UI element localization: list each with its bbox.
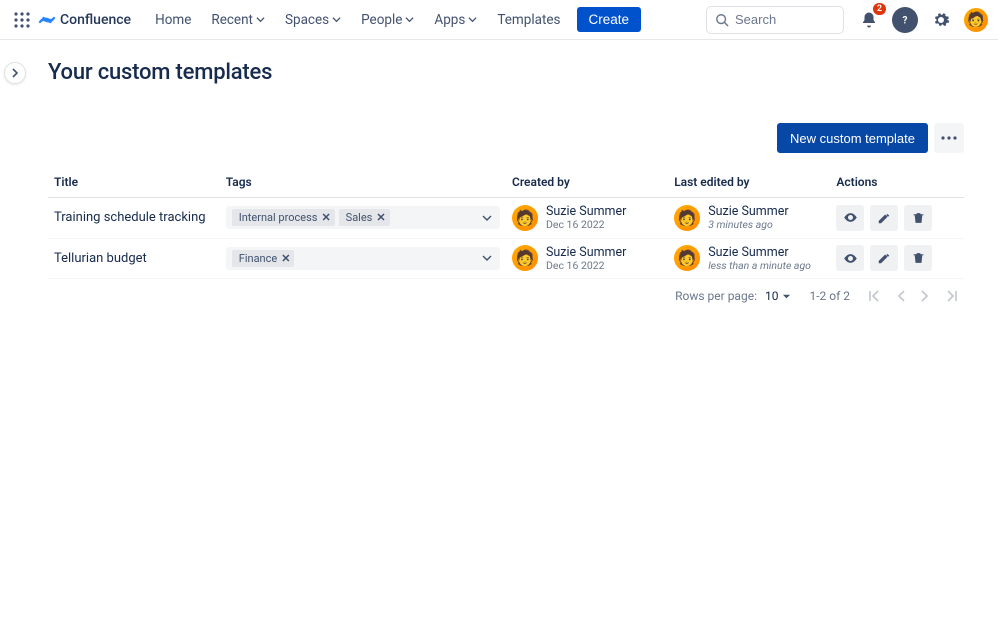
delete-button[interactable] [904, 245, 932, 271]
created-by-cell: 🧑 Suzie Summer Dec 16 2022 [512, 245, 662, 273]
search-input[interactable] [735, 12, 835, 27]
prev-page-button[interactable] [896, 290, 906, 302]
chevron-down-icon[interactable] [480, 211, 494, 225]
expand-sidebar-button[interactable] [4, 62, 26, 84]
edit-button[interactable] [870, 245, 898, 271]
pagination-range: 1-2 of 2 [809, 289, 850, 303]
user-avatar[interactable]: 🧑 [512, 245, 538, 271]
settings-button[interactable] [928, 7, 954, 33]
svg-text:?: ? [903, 15, 908, 26]
remove-tag-icon[interactable]: ✕ [376, 211, 385, 224]
created-date: Dec 16 2022 [546, 260, 626, 273]
top-nav: Confluence Home Recent Spaces People App… [0, 0, 998, 40]
profile-avatar[interactable]: 🧑 [964, 8, 988, 32]
chevron-down-icon [332, 15, 341, 24]
nav-templates[interactable]: Templates [489, 8, 568, 32]
notification-count: 2 [873, 3, 886, 15]
new-custom-template-button[interactable]: New custom template [777, 123, 928, 153]
column-header-title[interactable]: Title [48, 167, 220, 198]
page-title: Your custom templates [48, 60, 964, 85]
trash-icon [912, 211, 925, 225]
help-icon: ? [898, 13, 912, 27]
tags-select[interactable]: Finance✕ [226, 247, 500, 270]
user-avatar[interactable]: 🧑 [512, 205, 538, 231]
edited-by-cell: 🧑 Suzie Summer 3 minutes ago [674, 204, 824, 232]
tag-chip: Finance✕ [232, 250, 295, 267]
template-title[interactable]: Tellurian budget [48, 238, 220, 279]
pencil-icon [877, 251, 891, 265]
user-avatar[interactable]: 🧑 [674, 205, 700, 231]
search-icon [715, 13, 729, 27]
brand-name: Confluence [60, 12, 131, 28]
first-page-button[interactable] [868, 290, 882, 302]
tags-select[interactable]: Internal process✕ Sales✕ [226, 206, 500, 229]
app-switcher-icon[interactable] [10, 8, 34, 32]
toolbar: New custom template [48, 123, 964, 153]
nav-recent[interactable]: Recent [203, 8, 273, 32]
edited-by-cell: 🧑 Suzie Summer less than a minute ago [674, 245, 824, 273]
rows-per-page-select[interactable]: 10 [765, 289, 792, 303]
help-button[interactable]: ? [892, 7, 918, 33]
column-header-created-by[interactable]: Created by [506, 167, 668, 198]
delete-button[interactable] [904, 205, 932, 231]
chevron-down-icon [256, 15, 265, 24]
next-page-button[interactable] [920, 290, 930, 302]
user-name: Suzie Summer [708, 204, 788, 219]
more-actions-button[interactable] [934, 123, 964, 153]
pagination: Rows per page: 10 1-2 of 2 [48, 279, 964, 313]
edited-time: 3 minutes ago [708, 219, 788, 232]
main-content: Your custom templates New custom templat… [0, 40, 998, 333]
caret-down-icon [782, 292, 791, 301]
user-name: Suzie Summer [546, 204, 626, 219]
chevron-down-icon [405, 15, 414, 24]
user-name: Suzie Summer [708, 245, 811, 260]
user-avatar[interactable]: 🧑 [674, 245, 700, 271]
nav-apps[interactable]: Apps [426, 8, 485, 32]
template-title[interactable]: Training schedule tracking [48, 198, 220, 239]
rows-per-page-label: Rows per page: [675, 289, 757, 303]
create-button[interactable]: Create [577, 7, 642, 32]
gear-icon [932, 11, 950, 29]
preview-button[interactable] [836, 205, 864, 231]
nav-people[interactable]: People [353, 8, 422, 32]
confluence-logo[interactable]: Confluence [38, 11, 131, 29]
preview-button[interactable] [836, 245, 864, 271]
remove-tag-icon[interactable]: ✕ [321, 211, 330, 224]
column-header-last-edited-by[interactable]: Last edited by [668, 167, 830, 198]
last-page-button[interactable] [944, 290, 958, 302]
nav-home[interactable]: Home [147, 8, 199, 32]
user-name: Suzie Summer [546, 245, 626, 260]
edit-button[interactable] [870, 205, 898, 231]
eye-icon [843, 210, 858, 225]
edited-time: less than a minute ago [708, 260, 811, 273]
chevron-right-icon [10, 68, 20, 78]
column-header-actions: Actions [830, 167, 964, 198]
eye-icon [843, 251, 858, 266]
nav-spaces[interactable]: Spaces [277, 8, 349, 32]
tag-chip: Internal process✕ [232, 209, 335, 226]
search-box[interactable] [706, 6, 844, 34]
created-date: Dec 16 2022 [546, 219, 626, 232]
chevron-down-icon[interactable] [480, 251, 494, 265]
tag-chip: Sales✕ [339, 209, 390, 226]
created-by-cell: 🧑 Suzie Summer Dec 16 2022 [512, 204, 662, 232]
pencil-icon [877, 211, 891, 225]
table-row: Training schedule tracking Internal proc… [48, 198, 964, 239]
table-row: Tellurian budget Finance✕ 🧑 Suzie Summer [48, 238, 964, 279]
more-horizontal-icon [941, 136, 957, 140]
trash-icon [912, 251, 925, 265]
remove-tag-icon[interactable]: ✕ [281, 252, 290, 265]
chevron-down-icon [468, 15, 477, 24]
notifications-button[interactable]: 2 [856, 7, 882, 33]
templates-table: Title Tags Created by Last edited by Act… [48, 167, 964, 279]
column-header-tags[interactable]: Tags [220, 167, 506, 198]
